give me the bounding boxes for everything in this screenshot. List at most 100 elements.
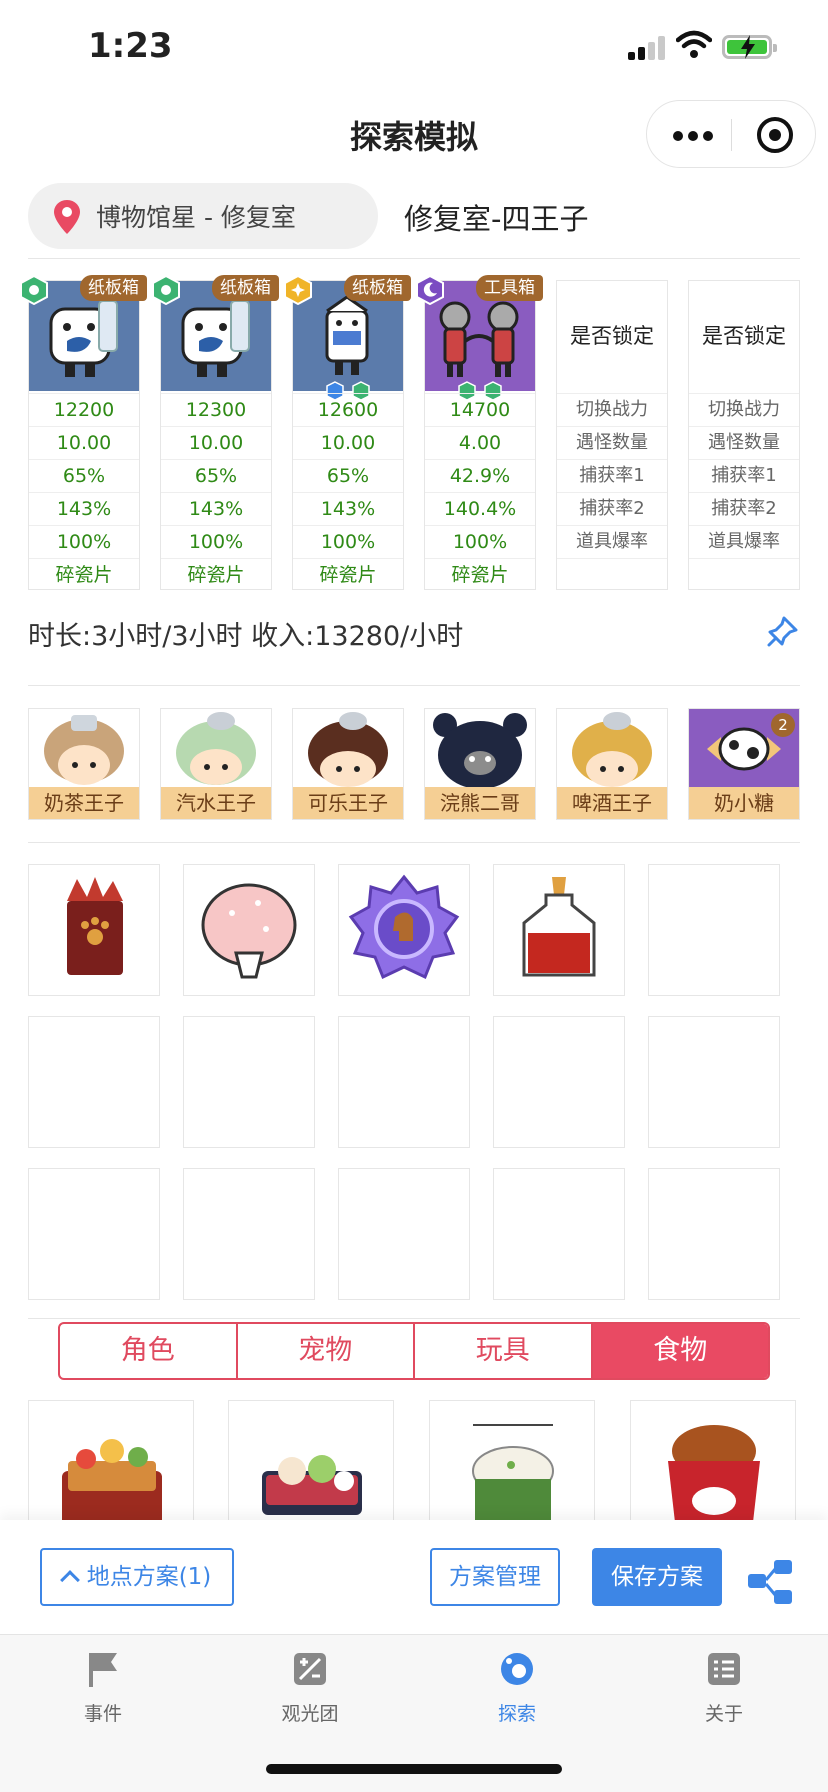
item-slot-empty[interactable]: [493, 1168, 625, 1300]
cellular-signal-icon: [628, 36, 668, 60]
capture-rate-2-label: 捕获率2: [689, 492, 799, 525]
item-slot-empty[interactable]: [183, 1168, 315, 1300]
item-slot-empty[interactable]: [338, 1168, 470, 1300]
drop-item-value: 碎瓷片: [425, 558, 535, 591]
tabbar-item-events[interactable]: 事件: [33, 1649, 173, 1726]
item-slot[interactable]: [28, 864, 160, 996]
character-card[interactable]: 奶茶王子: [28, 708, 140, 820]
item-slot-empty[interactable]: [338, 1016, 470, 1148]
capture-rate-2-value: 140.4%: [425, 492, 535, 525]
team-member-card[interactable]: 纸板箱 12200 10.00 65% 143% 100% 碎瓷片: [20, 275, 147, 591]
red-potion-icon: [522, 877, 596, 977]
food-item[interactable]: [630, 1400, 796, 1520]
share-icon[interactable]: [746, 1558, 794, 1606]
capture-rate-2-label: 捕获率2: [557, 492, 667, 525]
lock-toggle-header[interactable]: 是否锁定: [689, 281, 799, 393]
item-slot[interactable]: [493, 864, 625, 996]
explore-simulator-page: 1:23 探索模拟 博物馆星 - 修复室 修复室-四王子 纸板箱 12200 1…: [0, 0, 828, 1792]
explore-icon: [501, 1653, 533, 1685]
team-member-card[interactable]: 工具箱 14700 4.00 42.9% 140.4% 100% 碎瓷片: [416, 275, 543, 591]
capture-rate-1-value: 42.9%: [425, 459, 535, 492]
item-slot-empty[interactable]: [648, 1168, 780, 1300]
tabbar-item-tour-group[interactable]: 观光团: [240, 1649, 380, 1726]
character-card[interactable]: 2 奶小糖: [688, 708, 800, 820]
drop-item-value: 碎瓷片: [161, 558, 271, 591]
save-plan-button[interactable]: 保存方案: [592, 1548, 722, 1606]
team-member-card[interactable]: 纸板箱 12300 10.00 65% 143% 100% 碎瓷片: [152, 275, 279, 591]
item-slot-empty[interactable]: [648, 1016, 780, 1148]
purple-element-badge-icon: [416, 275, 444, 305]
member-stats: 14700 4.00 42.9% 140.4% 100% 碎瓷片: [425, 393, 535, 591]
green-element-badge-icon: [20, 275, 48, 305]
item-slot-empty[interactable]: [28, 1168, 160, 1300]
member-stats: 12600 10.00 65% 143% 100% 碎瓷片: [293, 393, 403, 591]
encounter-value: 10.00: [161, 426, 271, 459]
tabbar-item-explore[interactable]: 探索: [447, 1649, 587, 1726]
food-item[interactable]: [228, 1400, 394, 1520]
member-stats: 12200 10.00 65% 143% 100% 碎瓷片: [29, 393, 139, 591]
plan-manage-button[interactable]: 方案管理: [430, 1548, 560, 1606]
mini-program-capsule: [646, 100, 816, 168]
character-card[interactable]: 啤酒王子: [556, 708, 668, 820]
tab-pet[interactable]: 宠物: [238, 1324, 415, 1378]
food-item[interactable]: [28, 1400, 194, 1520]
milk-tea-prince-portrait: [29, 709, 139, 789]
capture-rate-1-value: 65%: [29, 459, 139, 492]
box-type-tag: 纸板箱: [80, 275, 147, 301]
tab-character[interactable]: 角色: [60, 1324, 238, 1378]
list-icon: [708, 1653, 740, 1685]
lock-settings-column[interactable]: 是否锁定 切换战力 遇怪数量 捕获率1 捕获率2 道具爆率: [688, 280, 800, 590]
wifi-icon: [676, 30, 712, 58]
location-title: 修复室-四王子: [404, 202, 589, 236]
character-card[interactable]: 浣熊二哥: [424, 708, 536, 820]
item-slot-empty[interactable]: [183, 1016, 315, 1148]
location-pin-icon: [54, 200, 80, 234]
item-slot-empty[interactable]: [493, 1016, 625, 1148]
item-slot-empty[interactable]: [28, 1016, 160, 1148]
item-slot-empty[interactable]: [648, 864, 780, 996]
close-target-icon[interactable]: [757, 117, 793, 153]
beer-prince-portrait: [557, 709, 667, 789]
battery-icon: [722, 35, 777, 59]
character-card[interactable]: 可乐王子: [292, 708, 404, 820]
tabbar-item-about[interactable]: 关于: [654, 1649, 794, 1726]
tab-food[interactable]: 食物: [592, 1324, 768, 1378]
box-type-tag: 纸板箱: [344, 275, 411, 301]
pin-icon[interactable]: [766, 614, 800, 648]
location-selector[interactable]: 博物馆星 - 修复室: [28, 183, 378, 249]
pink-mushroom-icon: [201, 883, 297, 979]
character-name: 汽水王子: [161, 787, 271, 819]
character-count-badge: 2: [771, 713, 795, 737]
capture-rate-2-value: 143%: [161, 492, 271, 525]
encounter-value: 10.00: [293, 426, 403, 459]
capture-rate-1-value: 65%: [293, 459, 403, 492]
capture-rate-2-value: 143%: [29, 492, 139, 525]
location-plan-button[interactable]: 地点方案(1): [40, 1548, 234, 1606]
box-type-tag: 工具箱: [476, 275, 543, 301]
encounter-count-label: 遇怪数量: [557, 426, 667, 459]
tab-toy[interactable]: 玩具: [415, 1324, 593, 1378]
capture-rate-1-value: 65%: [161, 459, 271, 492]
food-item[interactable]: [429, 1400, 595, 1520]
lock-toggle-header[interactable]: 是否锁定: [557, 281, 667, 393]
character-name: 可乐王子: [293, 787, 403, 819]
power-value: 12600: [293, 393, 403, 426]
character-card[interactable]: 汽水王子: [160, 708, 272, 820]
home-indicator[interactable]: [266, 1764, 562, 1774]
switch-power-label: 切换战力: [689, 393, 799, 426]
item-slot[interactable]: [183, 864, 315, 996]
raccoon-second-brother-portrait: [425, 709, 535, 789]
red-paw-box-icon: [67, 877, 123, 975]
power-value: 12300: [161, 393, 271, 426]
lock-settings-column[interactable]: 是否锁定 切换战力 遇怪数量 捕获率1 捕获率2 道具爆率: [556, 280, 668, 590]
team-member-card[interactable]: 纸板箱 12600 10.00 65% 143% 100% 碎瓷片: [284, 275, 411, 591]
encounter-value: 10.00: [29, 426, 139, 459]
more-icon[interactable]: [673, 131, 713, 141]
power-value: 14700: [425, 393, 535, 426]
power-value: 12200: [29, 393, 139, 426]
character-name: 啤酒王子: [557, 787, 667, 819]
status-bar: 1:23: [0, 0, 828, 90]
item-slot[interactable]: [338, 864, 470, 996]
drop-rate-value: 100%: [29, 525, 139, 558]
yellow-element-badge-icon: [284, 275, 312, 305]
